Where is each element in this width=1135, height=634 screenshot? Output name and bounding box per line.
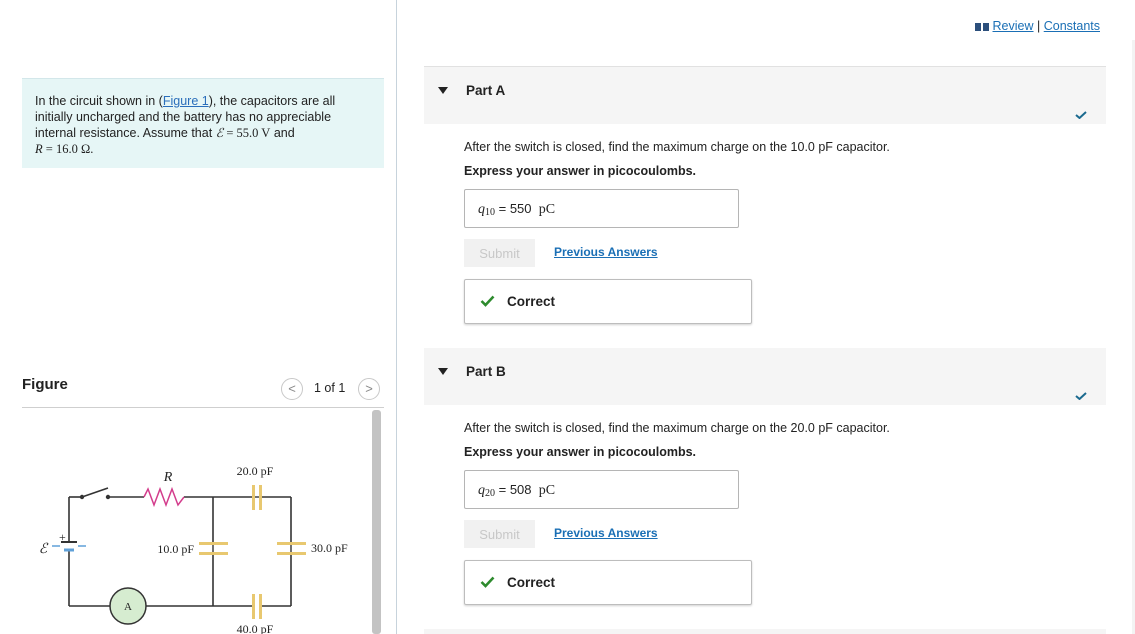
answer-var-sub: 10 xyxy=(485,207,495,218)
part-a-feedback-text: Correct xyxy=(507,294,556,309)
c30-plate-a xyxy=(277,542,306,545)
answer-var: q xyxy=(478,202,485,217)
part-b: Part B After the switch is closed, find … xyxy=(424,348,1106,605)
figure-area: ℰ + R 20.0 pF 10.0 pF 30.0 pF 40.0 pF A xyxy=(22,408,384,634)
part-b-submit-button[interactable]: Submit xyxy=(464,520,535,548)
part-b-instruction: Express your answer in picocoulombs. xyxy=(464,445,697,459)
part-a-answer-field[interactable]: q10 = 550 pC xyxy=(464,189,739,228)
answer-var: q xyxy=(478,483,485,498)
figure-title: Figure xyxy=(22,376,68,393)
part-b-feedback-text: Correct xyxy=(507,575,556,590)
figure-link[interactable]: Figure 1 xyxy=(163,94,209,108)
part-a-question: After the switch is closed, find the max… xyxy=(464,140,890,154)
part-a-title: Part A xyxy=(466,83,506,98)
correct-check-icon xyxy=(480,576,495,588)
c10-plate-b xyxy=(199,552,228,555)
book-icon xyxy=(974,22,989,31)
right-panel: Review | Constants Part A After the swit… xyxy=(398,0,1135,634)
part-a-previous-answers-link[interactable]: Previous Answers xyxy=(554,245,658,259)
c20-label: 20.0 pF xyxy=(237,464,274,478)
part-b-answer-field[interactable]: q20 = 508 pC xyxy=(464,470,739,509)
part-a-submit-button[interactable]: Submit xyxy=(464,239,535,267)
left-panel: In the circuit shown in (Figure 1), the … xyxy=(0,0,397,634)
collapse-triangle-icon[interactable] xyxy=(438,87,448,94)
r-value: = 16.0 Ω. xyxy=(42,142,94,156)
top-links: Review | Constants xyxy=(974,19,1100,33)
plus-sign: + xyxy=(59,530,66,544)
part-a-check-icon xyxy=(1075,111,1087,119)
collapse-triangle-icon[interactable] xyxy=(438,368,448,375)
part-a: Part A After the switch is closed, find … xyxy=(424,67,1106,324)
switch-blade xyxy=(81,487,109,498)
part-b-header[interactable]: Part B xyxy=(424,348,1106,405)
emf-value: = 55.0 V xyxy=(223,126,271,140)
part-b-feedback: Correct xyxy=(464,560,752,605)
circuit-diagram: ℰ + R 20.0 pF 10.0 pF 30.0 pF 40.0 pF A xyxy=(39,464,348,634)
part-a-body: After the switch is closed, find the max… xyxy=(424,140,1106,324)
pager-text: 1 of 1 xyxy=(314,381,346,395)
figure-header: Figure < 1 of 1 > xyxy=(22,374,384,408)
answer-eq: = xyxy=(495,201,510,216)
review-link[interactable]: Review xyxy=(993,19,1034,33)
c40-plate-a xyxy=(252,594,255,619)
answer-value: 550 xyxy=(509,201,532,216)
part-b-question: After the switch is closed, find the max… xyxy=(464,421,890,435)
part-a-feedback: Correct xyxy=(464,279,752,324)
part-b-previous-answers-link[interactable]: Previous Answers xyxy=(554,526,658,540)
c20-plate-b xyxy=(259,485,262,510)
problem-statement: In the circuit shown in (Figure 1), the … xyxy=(22,78,384,168)
answer-value: 508 xyxy=(509,482,532,497)
c30-label: 30.0 pF xyxy=(311,541,348,555)
emf-label: ℰ xyxy=(39,542,49,557)
resistor-label: R xyxy=(163,470,173,485)
c30-plate-b xyxy=(277,552,306,555)
c40-label: 40.0 pF xyxy=(237,622,274,634)
pager-prev-button[interactable]: < xyxy=(281,378,303,400)
ammeter-label: A xyxy=(124,601,132,613)
part-b-body: After the switch is closed, find the max… xyxy=(424,421,1106,605)
link-separator: | xyxy=(1033,19,1044,33)
answer-unit: pC xyxy=(538,202,556,217)
part-b-title: Part B xyxy=(466,364,506,379)
answer-unit: pC xyxy=(538,483,556,498)
constants-link[interactable]: Constants xyxy=(1044,19,1100,33)
part-a-instruction: Express your answer in picocoulombs. xyxy=(464,164,697,178)
figure-scrollbar[interactable] xyxy=(372,410,381,634)
c10-plate-a xyxy=(199,542,228,545)
c40-plate-b xyxy=(259,594,262,619)
intro-prefix: In the circuit shown in ( xyxy=(35,94,163,108)
switch-contact xyxy=(105,494,111,500)
part-a-header[interactable]: Part A xyxy=(424,67,1106,124)
c10-label: 10.0 pF xyxy=(157,542,194,556)
pager-next-button[interactable]: > xyxy=(358,378,380,400)
switch-pivot xyxy=(79,494,85,500)
next-part-header xyxy=(424,629,1106,634)
and-text: and xyxy=(270,126,295,140)
answer-var-sub: 20 xyxy=(485,488,495,499)
answer-eq: = xyxy=(495,482,510,497)
resistor xyxy=(143,486,185,508)
part-b-check-icon xyxy=(1075,392,1087,400)
correct-check-icon xyxy=(480,295,495,307)
c20-plate-a xyxy=(252,485,255,510)
r-symbol: R xyxy=(35,142,43,156)
